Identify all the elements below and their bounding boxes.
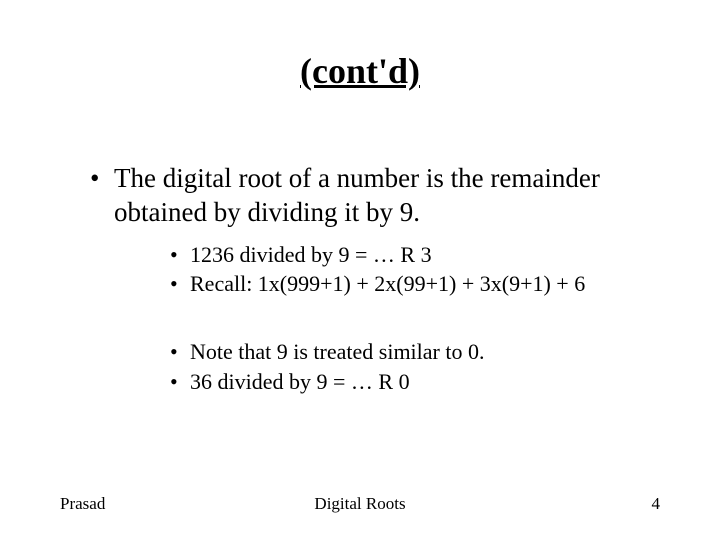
slide-title: (cont'd) <box>60 50 660 92</box>
footer: Prasad Digital Roots 4 <box>0 494 720 514</box>
footer-author: Prasad <box>60 494 105 514</box>
bullet-main-text: The digital root of a number is the rema… <box>114 163 600 227</box>
bullet-list-level1: The digital root of a number is the rema… <box>60 162 660 396</box>
sub-bullet-1: 1236 divided by 9 = … R 3 <box>170 240 660 270</box>
sub-bullet-3: Note that 9 is treated similar to 0. <box>170 337 660 367</box>
sub-bullet-2: Recall: 1x(999+1) + 2x(99+1) + 3x(9+1) +… <box>170 269 660 299</box>
bullet-list-level2b: Note that 9 is treated similar to 0. 36 … <box>114 337 660 396</box>
bullet-main: The digital root of a number is the rema… <box>90 162 660 396</box>
bullet-list-level2a: 1236 divided by 9 = … R 3 Recall: 1x(999… <box>114 240 660 299</box>
slide: (cont'd) The digital root of a number is… <box>0 0 720 540</box>
sub-bullet-4: 36 divided by 9 = … R 0 <box>170 367 660 397</box>
footer-title: Digital Roots <box>314 494 405 514</box>
footer-page-number: 4 <box>652 494 661 514</box>
spacer <box>114 299 660 327</box>
